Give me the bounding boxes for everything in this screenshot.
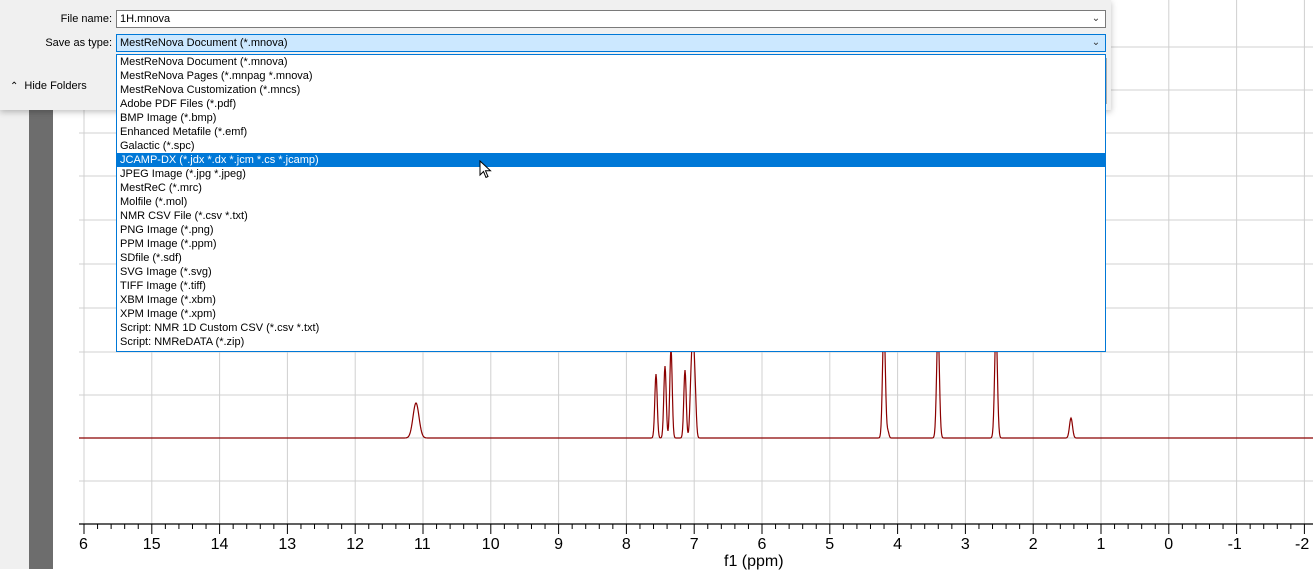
tick-label: 6 xyxy=(79,536,88,553)
tick-label: 14 xyxy=(210,536,229,553)
chevron-up-icon: ⌃ xyxy=(10,80,19,92)
file-type-option[interactable]: PPM Image (*.ppm) xyxy=(117,237,1105,251)
file-type-option[interactable]: Molfile (*.mol) xyxy=(117,195,1105,209)
tick-label: 15 xyxy=(142,536,161,553)
tick-label: 5 xyxy=(825,536,835,553)
tick-label: 2 xyxy=(1028,536,1038,553)
file-name-field[interactable]: 1H.mnova ⌄ xyxy=(116,10,1106,28)
tick-label: 4 xyxy=(893,536,902,553)
tick-label: 9 xyxy=(554,536,563,553)
dialog-button-edge xyxy=(1106,58,1107,104)
file-type-option[interactable]: MestReNova Customization (*.mncs) xyxy=(117,83,1105,97)
file-name-label: File name: xyxy=(60,13,112,25)
tick-label: 8 xyxy=(621,536,631,553)
x-axis-title: f1 (ppm) xyxy=(724,553,784,570)
file-type-option[interactable]: Script: NMReDATA (*.zip) xyxy=(117,335,1105,349)
file-type-option[interactable]: MestReNova Pages (*.mnpag *.mnova) xyxy=(117,69,1105,83)
tick-label: -2 xyxy=(1295,536,1310,553)
file-type-option[interactable]: BMP Image (*.bmp) xyxy=(117,111,1105,125)
app-side-band xyxy=(29,100,53,569)
file-type-option[interactable]: MestReC (*.mrc) xyxy=(117,181,1105,195)
file-type-option[interactable]: MestReNova Document (*.mnova) xyxy=(117,55,1105,69)
file-type-option[interactable]: PNG Image (*.png) xyxy=(117,223,1105,237)
tick-label: 10 xyxy=(481,536,500,553)
file-type-option[interactable]: XBM Image (*.xbm) xyxy=(117,293,1105,307)
save-type-label: Save as type: xyxy=(45,37,112,49)
save-type-value: MestReNova Document (*.mnova) xyxy=(120,37,288,49)
file-type-option[interactable]: JPEG Image (*.jpg *.jpeg) xyxy=(117,167,1105,181)
file-type-option[interactable]: XPM Image (*.xpm) xyxy=(117,307,1105,321)
tick-label: 1 xyxy=(1096,536,1106,553)
file-type-option[interactable]: Script: NMR 1D Custom CSV (*.csv *.txt) xyxy=(117,321,1105,335)
hide-folders-button[interactable]: ⌃ Hide Folders xyxy=(10,80,87,92)
tick-label: 7 xyxy=(689,536,699,553)
chevron-down-icon[interactable]: ⌄ xyxy=(1091,13,1101,25)
file-type-option[interactable]: SDfile (*.sdf) xyxy=(117,251,1105,265)
tick-label: -1 xyxy=(1227,536,1242,553)
chevron-down-icon[interactable]: ⌄ xyxy=(1091,37,1101,49)
file-type-option[interactable]: SVG Image (*.svg) xyxy=(117,265,1105,279)
mouse-cursor-icon xyxy=(479,160,492,179)
tick-label: 6 xyxy=(757,536,767,553)
tick-label: 11 xyxy=(414,536,431,553)
file-type-option[interactable]: NMR CSV File (*.csv *.txt) xyxy=(117,209,1105,223)
file-name-value: 1H.mnova xyxy=(120,13,171,25)
tick-label: 12 xyxy=(346,536,364,553)
app-margin xyxy=(53,100,79,569)
tick-label: 13 xyxy=(278,536,297,553)
tick-label: 3 xyxy=(960,536,970,553)
hide-folders-label: Hide Folders xyxy=(24,80,87,92)
file-type-option[interactable]: TIFF Image (*.tiff) xyxy=(117,279,1105,293)
file-type-dropdown-list[interactable]: MestReNova Document (*.mnova) MestReNova … xyxy=(116,54,1106,352)
file-type-option[interactable]: Enhanced Metafile (*.emf) xyxy=(117,125,1105,139)
file-type-options: MestReNova Document (*.mnova) MestReNova … xyxy=(117,55,1105,349)
save-type-select[interactable]: MestReNova Document (*.mnova) ⌄ xyxy=(116,34,1106,52)
tick-label: 0 xyxy=(1164,536,1174,553)
file-type-option[interactable]: Adobe PDF Files (*.pdf) xyxy=(117,97,1105,111)
file-type-option[interactable]: Galactic (*.spc) xyxy=(117,139,1105,153)
file-type-option[interactable]: JCAMP-DX (*.jdx *.dx *.jcm *.cs *.jcamp) xyxy=(117,153,1105,167)
